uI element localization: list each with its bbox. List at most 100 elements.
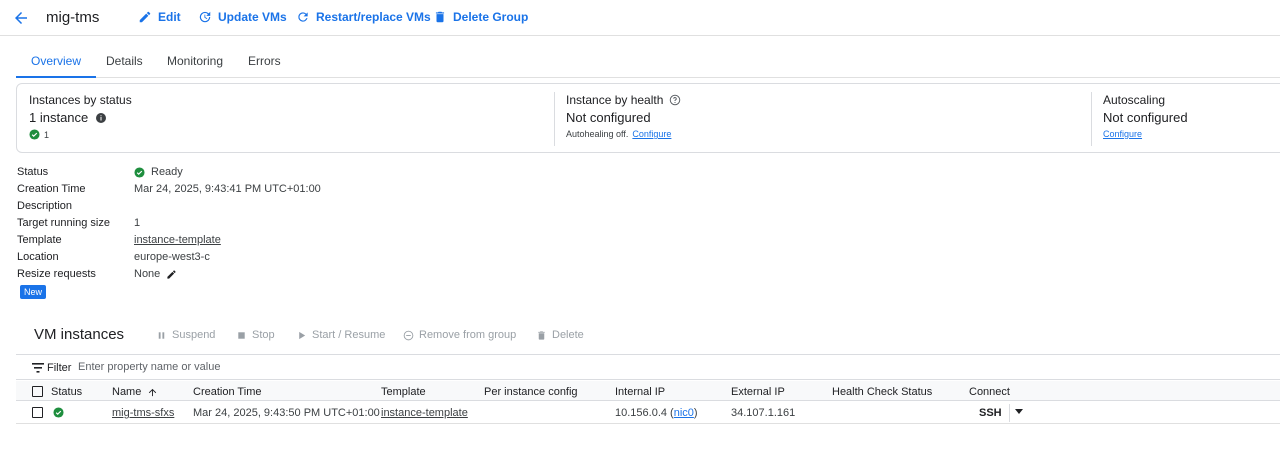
arrow-up-icon: [149, 388, 157, 396]
ssh-divider: [1009, 404, 1010, 422]
tab-bar: Overview Details Monitoring Errors: [16, 54, 1280, 78]
arrow-back-icon[interactable]: [12, 9, 30, 27]
start-resume-button[interactable]: Start / Resume: [296, 329, 385, 341]
column-health-check-status[interactable]: Health Check Status: [832, 386, 932, 398]
remove-from-group-button[interactable]: Remove from group: [403, 329, 516, 341]
column-per-instance-config[interactable]: Per instance config: [484, 386, 578, 398]
target-size-label: Target running size: [17, 217, 110, 229]
ssh-button[interactable]: SSH: [979, 407, 1002, 419]
status-value: Ready: [151, 166, 183, 178]
divider: [1091, 92, 1092, 146]
resize-requests-label: Resize requests: [17, 268, 96, 280]
ready-count: 1: [44, 129, 50, 140]
edit-label: Edit: [158, 10, 181, 24]
update-vms-label: Update VMs: [218, 10, 287, 24]
resize-requests-value: None: [134, 268, 161, 280]
edit-pencil-icon[interactable]: [166, 269, 177, 280]
description-label: Description: [17, 200, 73, 212]
trash-icon: [538, 330, 545, 340]
select-all-checkbox[interactable]: [32, 386, 43, 397]
table-header: Status Name Creation Time Template Per i…: [16, 381, 1280, 401]
tab-details[interactable]: Details: [106, 54, 143, 78]
remove-from-group-label: Remove from group: [419, 329, 517, 341]
restart-replace-button[interactable]: Restart/replace VMs: [296, 10, 431, 24]
stop-icon: [238, 331, 245, 339]
divider: [554, 92, 555, 146]
instance-creation-time: Mar 24, 2025, 9:43:50 PM UTC+01:00: [193, 407, 380, 419]
configure-autohealing-link[interactable]: Configure: [632, 129, 671, 139]
restart-replace-label: Restart/replace VMs: [316, 10, 431, 24]
template-link[interactable]: instance-template: [134, 234, 221, 246]
column-name-label: Name: [112, 386, 142, 398]
location-label: Location: [17, 251, 59, 263]
delete-group-button[interactable]: Delete Group: [433, 10, 528, 24]
status-label: Status: [17, 166, 49, 178]
health-value: Not configured: [566, 110, 651, 125]
instance-count: 1 instance: [29, 110, 107, 125]
internal-ip-value: 10.156.0.4: [615, 407, 667, 419]
suspend-button[interactable]: Suspend: [156, 329, 215, 341]
tab-monitoring[interactable]: Monitoring: [167, 54, 223, 78]
play-icon: [299, 331, 306, 339]
target-size-value: 1: [134, 217, 141, 229]
delete-label: Delete: [552, 329, 584, 341]
table-row: mig-tms-sfxs Mar 24, 2025, 9:43:50 PM UT…: [16, 402, 1280, 424]
autoscaling-configure-row: Configure: [1103, 129, 1142, 139]
autohealing-row: Autohealing off. Configure: [566, 129, 671, 139]
pause-icon: [158, 331, 165, 339]
column-status[interactable]: Status: [51, 386, 82, 398]
tab-overview[interactable]: Overview: [16, 54, 97, 78]
autohealing-text: Autohealing off.: [566, 129, 629, 139]
new-badge: New: [20, 285, 47, 299]
filter-input[interactable]: [78, 359, 478, 375]
instance-internal-ip: 10.156.0.4 (nic0): [615, 407, 698, 419]
autoscaling-title: Autoscaling: [1103, 93, 1166, 107]
suspend-label: Suspend: [172, 329, 216, 341]
update-vms-button[interactable]: Update VMs: [198, 10, 287, 24]
filter-icon: [32, 363, 44, 373]
summary-card: Instances by status 1 instance 1 Instanc…: [16, 83, 1280, 153]
instance-by-health-title: Instance by health: [566, 93, 664, 107]
template-label: Template: [17, 234, 62, 246]
start-resume-label: Start / Resume: [312, 329, 386, 341]
creation-time-label: Creation Time: [17, 183, 86, 195]
filter-label: Filter: [47, 362, 72, 374]
column-creation-time[interactable]: Creation Time: [193, 386, 261, 398]
delete-group-label: Delete Group: [453, 10, 529, 24]
check-circle-icon: [53, 407, 64, 418]
column-internal-ip[interactable]: Internal IP: [615, 386, 665, 398]
nic-link[interactable]: nic0: [674, 407, 694, 419]
column-external-ip[interactable]: External IP: [731, 386, 785, 398]
check-circle-icon: [134, 166, 145, 178]
instances-by-status-title: Instances by status: [29, 93, 132, 107]
dropdown-arrow-icon[interactable]: [1015, 409, 1023, 415]
instance-external-ip: 34.107.1.161: [731, 407, 796, 419]
row-checkbox[interactable]: [32, 407, 43, 418]
status-value-cell: Ready: [134, 166, 183, 178]
stop-label: Stop: [252, 329, 275, 341]
stop-button[interactable]: Stop: [236, 329, 275, 341]
autoscaling-value: Not configured: [1103, 110, 1188, 125]
location-value: europe-west3-c: [134, 251, 210, 263]
column-name[interactable]: Name: [112, 386, 158, 398]
info-icon[interactable]: [95, 112, 107, 124]
column-template[interactable]: Template: [381, 386, 426, 398]
configure-autoscaling-link[interactable]: Configure: [1103, 129, 1142, 139]
remove-circle-icon: [403, 330, 414, 340]
page-title: mig-tms: [46, 9, 100, 26]
update-icon: [199, 11, 211, 23]
check-circle-icon: [29, 129, 40, 140]
ready-count-row: 1: [29, 129, 49, 140]
creation-time-value: Mar 24, 2025, 9:43:41 PM UTC+01:00: [134, 183, 321, 195]
column-connect[interactable]: Connect: [969, 386, 1010, 398]
edit-button[interactable]: Edit: [138, 10, 181, 24]
instance-count-value: 1 instance: [29, 110, 89, 125]
instance-by-health-header: Instance by health: [566, 93, 681, 107]
instance-name-link[interactable]: mig-tms-sfxs: [112, 407, 174, 419]
resize-requests-value-cell: None: [134, 268, 177, 280]
vm-instances-title: VM instances: [34, 326, 125, 343]
delete-button[interactable]: Delete: [536, 329, 584, 341]
instance-template-link[interactable]: instance-template: [381, 407, 468, 419]
help-icon[interactable]: [669, 94, 681, 106]
tab-errors[interactable]: Errors: [248, 54, 281, 78]
